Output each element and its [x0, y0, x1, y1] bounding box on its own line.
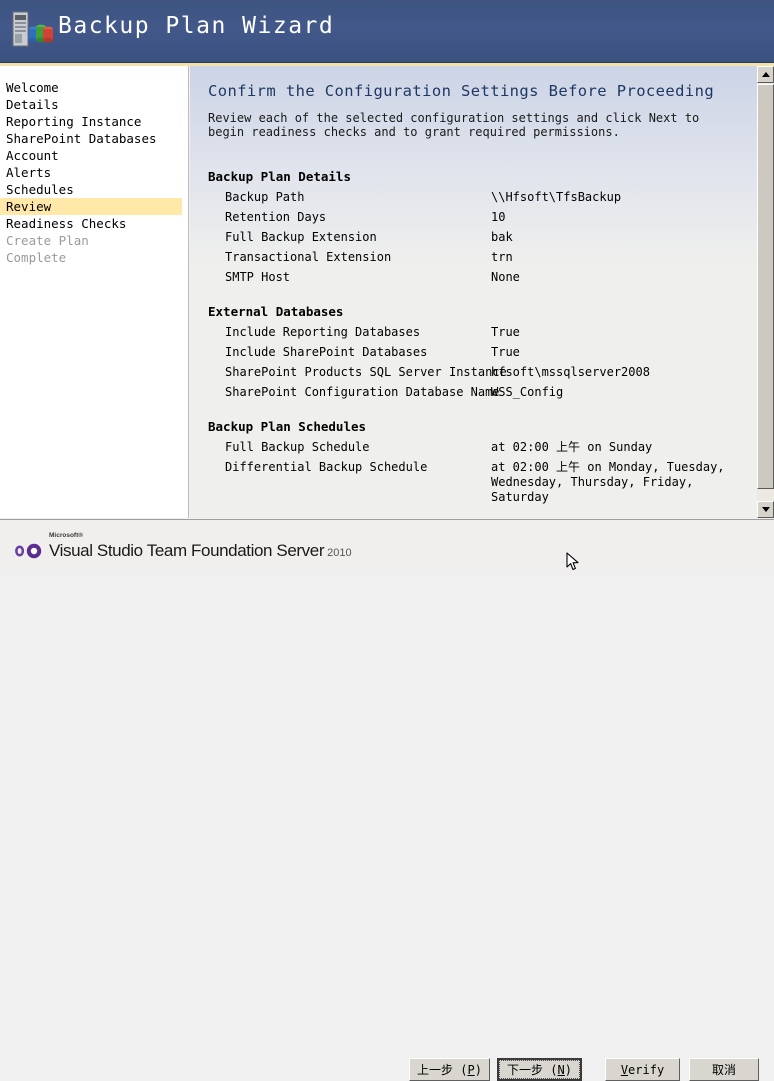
product-year: 2010	[327, 547, 352, 559]
verify-button-label: erify	[628, 1062, 665, 1077]
verify-button[interactable]: Verify	[605, 1058, 680, 1081]
section-title: External Databases	[208, 304, 344, 319]
sidebar-item-complete: Complete	[6, 250, 67, 265]
detail-row: Differential Backup Schedule at 02:00 上午…	[208, 460, 738, 508]
detail-row: SMTP Host None	[208, 270, 738, 290]
detail-row: Include Reporting Databases True	[208, 325, 738, 345]
infinity-logo-icon	[15, 543, 42, 559]
detail-value: hfsoft\mssqlserver2008	[491, 365, 650, 379]
scrollbar-thumb[interactable]	[757, 84, 774, 489]
detail-label: Transactional Extension	[225, 250, 392, 264]
verify-button-accel: V	[620, 1062, 629, 1077]
title-bar: Backup Plan Wizard	[0, 0, 774, 62]
wizard-step-list: Welcome Details Reporting Instance Share…	[0, 66, 189, 518]
visual-studio-logo: Microsoft® Visual Studio Team Foundation…	[14, 532, 352, 561]
detail-value: trn	[491, 250, 513, 264]
detail-label: Differential Backup Schedule	[225, 460, 428, 474]
detail-value: at 02:00 上午 on Sunday	[491, 440, 653, 454]
previous-button[interactable]: 上一步 (P)	[409, 1058, 490, 1081]
detail-row: Backup Path \\Hfsoft\TfsBackup	[208, 190, 738, 210]
sidebar-item-schedules[interactable]: Schedules	[0, 181, 188, 198]
detail-label: Include SharePoint Databases	[225, 345, 428, 359]
sidebar-item-sharepoint-databases[interactable]: SharePoint Databases	[0, 130, 188, 147]
next-button-label-pre: 下一步 (	[507, 1063, 558, 1077]
wizard-content-panel: Confirm the Configuration Settings Befor…	[190, 66, 758, 518]
detail-label: Retention Days	[225, 210, 327, 224]
cancel-button-label: 取消	[711, 1063, 736, 1077]
product-name: Visual Studio Team Foundation Server	[49, 541, 325, 560]
scroll-down-button[interactable]	[757, 501, 774, 518]
detail-row: SharePoint Configuration Database Name W…	[208, 385, 738, 405]
detail-label: Include Reporting Databases	[225, 325, 421, 339]
next-button-accel: N	[557, 1062, 565, 1077]
detail-label: Full Backup Extension	[225, 230, 377, 244]
detail-label: Backup Path	[225, 190, 305, 204]
detail-row: Full Backup Extension bak	[208, 230, 738, 250]
cancel-button[interactable]: 取消	[689, 1058, 759, 1081]
detail-row: Full Backup Schedule at 02:00 上午 on Sund…	[208, 440, 738, 460]
sidebar-item-create-plan: Create Plan	[6, 233, 89, 248]
previous-button-label-post: )	[474, 1062, 482, 1077]
sidebar-item-alerts[interactable]: Alerts	[0, 164, 188, 181]
next-button-label-post: )	[564, 1062, 572, 1077]
sidebar-item-account[interactable]: Account	[0, 147, 188, 164]
detail-value: WSS_Config	[491, 385, 564, 399]
page-title: Confirm the Configuration Settings Befor…	[208, 82, 715, 100]
sidebar-item-reporting-instance[interactable]: Reporting Instance	[0, 113, 188, 130]
detail-row: Transactional Extension trn	[208, 250, 738, 270]
window-title: Backup Plan Wizard	[58, 13, 335, 39]
detail-label: SMTP Host	[225, 270, 291, 284]
microsoft-wordmark: Microsoft®	[49, 532, 84, 539]
detail-value: bak	[491, 230, 513, 244]
detail-value: 10	[491, 210, 506, 224]
page-description: Review each of the selected configuratio…	[208, 111, 700, 139]
scroll-down-icon	[761, 507, 770, 512]
content-scrollbar[interactable]	[757, 66, 774, 518]
detail-value: True	[491, 325, 520, 339]
detail-value: at 02:00 上午 on Monday, Tuesday, Wednesda…	[491, 460, 725, 504]
sidebar-item-welcome[interactable]: Welcome	[0, 79, 188, 96]
scroll-up-button[interactable]	[757, 66, 774, 83]
section-title: Backup Plan Schedules	[208, 419, 367, 434]
section-external-databases: External Databases Include Reporting Dat…	[208, 304, 738, 405]
section-title: Backup Plan Details	[208, 169, 351, 184]
previous-button-label-pre: 上一步 (	[417, 1063, 468, 1077]
detail-value: True	[491, 345, 520, 359]
sidebar-item-review[interactable]: Review	[0, 198, 182, 215]
section-backup-plan-details: Backup Plan Details Backup Path \\Hfsoft…	[208, 169, 738, 290]
detail-label: Full Backup Schedule	[225, 440, 370, 454]
detail-value: None	[491, 270, 520, 284]
detail-label: SharePoint Configuration Database Name	[225, 385, 500, 399]
previous-button-accel: P	[467, 1062, 475, 1077]
detail-value: \\Hfsoft\TfsBackup	[491, 190, 622, 204]
detail-row: Retention Days 10	[208, 210, 738, 230]
detail-row: Include SharePoint Databases True	[208, 345, 738, 365]
sidebar-item-details[interactable]: Details	[0, 96, 188, 113]
next-button[interactable]: 下一步 (N)	[497, 1058, 582, 1081]
footer-bar: Microsoft® Visual Studio Team Foundation…	[0, 519, 774, 1081]
section-backup-plan-schedules: Backup Plan Schedules Full Backup Schedu…	[208, 419, 738, 508]
scroll-up-icon	[761, 72, 770, 77]
server-database-icon	[12, 11, 53, 47]
detail-label: SharePoint Products SQL Server Instance	[225, 365, 507, 379]
detail-row: SharePoint Products SQL Server Instance …	[208, 365, 738, 385]
sidebar-item-readiness-checks[interactable]: Readiness Checks	[0, 215, 188, 232]
